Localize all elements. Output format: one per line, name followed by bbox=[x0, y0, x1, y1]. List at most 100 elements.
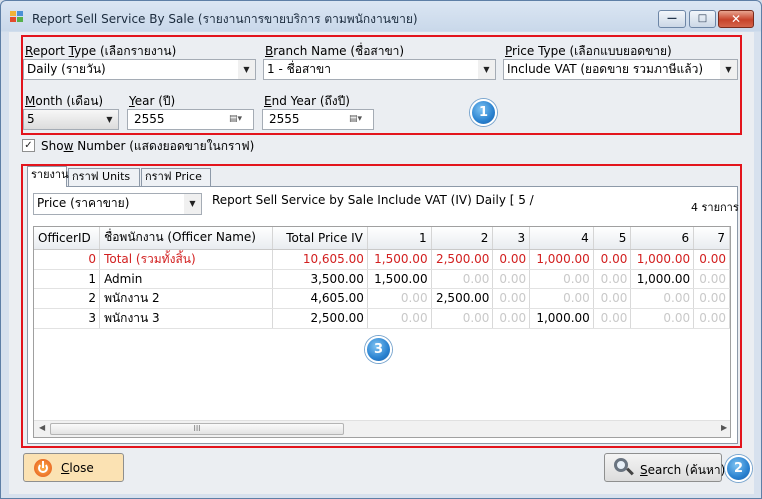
month-combo[interactable]: 5 ▼ bbox=[23, 109, 119, 130]
chevron-down-icon[interactable]: ▼ bbox=[720, 60, 737, 79]
callout-badge-1: 1 bbox=[470, 99, 497, 126]
day-value-cell: 0.00 bbox=[593, 269, 632, 289]
column-header[interactable]: 3 bbox=[492, 227, 531, 250]
day-value-cell: 0.00 bbox=[630, 288, 695, 309]
record-count: 4 รายการ bbox=[691, 201, 739, 214]
column-header[interactable]: 2 bbox=[431, 227, 494, 250]
report-type-combo[interactable]: Daily (รายวัน) ▼ bbox=[23, 59, 256, 80]
officer-name-cell: พนักงาน 2 bbox=[99, 288, 273, 309]
filter-section: Report Type (เลือกรายงาน) Daily (รายวัน)… bbox=[21, 35, 742, 135]
day-value-cell: 0.00 bbox=[529, 269, 594, 289]
officer-id-cell: 1 bbox=[34, 269, 101, 289]
column-header[interactable]: 7 bbox=[693, 227, 730, 250]
calendar-dropdown-icon[interactable]: ▤▾ bbox=[229, 112, 251, 127]
column-header[interactable]: 1 bbox=[367, 227, 432, 250]
day-value-cell: 0.00 bbox=[693, 308, 730, 329]
chevron-down-icon[interactable]: ▼ bbox=[184, 194, 201, 214]
chevron-down-icon[interactable]: ▼ bbox=[101, 110, 118, 129]
day-value-cell: 0.00 bbox=[693, 288, 730, 309]
price-mode-value: Price (ราคาขาย) bbox=[37, 196, 130, 210]
table-row[interactable]: 2 พนักงาน 2 4,605.00 0.00 2,500.00 0.00 0.00 0.… bbox=[34, 288, 730, 309]
day-value-cell: 0.00 bbox=[431, 269, 494, 289]
column-header[interactable]: Total Price IV bbox=[272, 227, 368, 250]
day-value-cell: 0.00 bbox=[593, 308, 632, 329]
show-number-label: Show Number (แสดงยอดขายในกราฟ) bbox=[41, 139, 255, 153]
tab-chart-units[interactable]: กราฟ Units bbox=[68, 168, 140, 186]
minimize-button[interactable]: — bbox=[658, 10, 686, 28]
report-title: Report Sell Service by Sale Include VAT … bbox=[212, 193, 534, 207]
maximize-icon: □ bbox=[697, 13, 708, 24]
officer-id-cell: 2 bbox=[34, 288, 101, 309]
day-value-cell: 0.00 bbox=[529, 288, 594, 309]
officer-name-cell: Admin bbox=[99, 269, 273, 289]
close-button[interactable]: Close bbox=[23, 453, 124, 482]
callout-badge-3: 3 bbox=[365, 336, 392, 363]
app-icon bbox=[10, 11, 24, 23]
day-value-cell: 2,500.00 bbox=[431, 249, 494, 270]
day-value-cell: 1,000.00 bbox=[630, 249, 695, 270]
branch-combo[interactable]: 1 - ชื่อสาขา ▼ bbox=[263, 59, 496, 80]
tab-chart-price[interactable]: กราฟ Price bbox=[141, 168, 211, 186]
total-price-cell: 3,500.00 bbox=[272, 269, 368, 289]
column-header[interactable]: OfficerID bbox=[34, 227, 101, 250]
day-value-cell: 0.00 bbox=[693, 249, 730, 270]
grid-table: OfficerID ชื่อพนักงาน (Officer Name) Total… bbox=[34, 227, 730, 329]
officer-name-cell: Total (รวมทั้งสิ้น) bbox=[99, 249, 273, 270]
year-value: 2555 bbox=[134, 112, 165, 126]
officer-name-cell: พนักงาน 3 bbox=[99, 308, 273, 329]
maximize-button[interactable]: □ bbox=[689, 10, 716, 28]
report-type-value: Daily (รายวัน) bbox=[27, 62, 106, 76]
callout-badge-2: 2 bbox=[725, 455, 752, 482]
day-value-cell: 2,500.00 bbox=[431, 288, 494, 309]
close-button-label: Close bbox=[61, 461, 94, 475]
end-year-picker[interactable]: 2555 ▤▾ bbox=[262, 109, 374, 130]
day-value-cell: 0.00 bbox=[367, 288, 432, 309]
total-price-cell: 2,500.00 bbox=[272, 308, 368, 329]
search-button[interactable]: Search (ค้นหา) bbox=[604, 453, 726, 482]
day-value-cell: 0.00 bbox=[693, 269, 730, 289]
day-value-cell: 1,000.00 bbox=[529, 249, 594, 270]
end-year-value: 2555 bbox=[269, 112, 300, 126]
column-header[interactable]: 6 bbox=[630, 227, 695, 250]
day-value-cell: 0.00 bbox=[630, 308, 695, 329]
day-value-cell: 1,000.00 bbox=[630, 269, 695, 289]
chevron-down-icon[interactable]: ▼ bbox=[478, 60, 495, 79]
officer-id-cell: 0 bbox=[34, 249, 101, 270]
report-grid[interactable]: OfficerID ชื่อพนักงาน (Officer Name) Total… bbox=[33, 226, 731, 438]
report-tab-panel: Price (ราคาขาย) ▼ Report Sell Service by … bbox=[27, 186, 739, 444]
day-value-cell: 0.00 bbox=[492, 269, 531, 289]
tab-report[interactable]: รายงาน bbox=[27, 166, 69, 187]
day-value-cell: 0.00 bbox=[593, 249, 632, 270]
table-row[interactable]: 3 พนักงาน 3 2,500.00 0.00 0.00 0.00 1,000.00 0.… bbox=[34, 308, 730, 329]
table-row[interactable]: 1 Admin 3,500.00 1,500.00 0.00 0.00 0.00 0.00 1,… bbox=[34, 269, 730, 289]
column-header[interactable]: ชื่อพนักงาน (Officer Name) bbox=[99, 227, 273, 250]
day-value-cell: 0.00 bbox=[492, 249, 531, 270]
show-number-checkbox[interactable]: ✓ bbox=[22, 139, 35, 152]
scroll-thumb[interactable]: III bbox=[50, 423, 344, 435]
chevron-down-icon[interactable]: ▼ bbox=[238, 60, 255, 79]
horizontal-scrollbar[interactable]: ◀ III ▶ bbox=[34, 420, 730, 437]
client-area: Report Type (เลือกรายงาน) Daily (รายวัน)… bbox=[9, 32, 754, 494]
column-header[interactable]: 4 bbox=[529, 227, 594, 250]
window-title: Report Sell Service By Sale (รายงานการขา… bbox=[32, 12, 418, 26]
close-icon: ✕ bbox=[730, 12, 742, 26]
day-value-cell: 0.00 bbox=[431, 308, 494, 329]
price-type-combo[interactable]: Include VAT (ยอดขาย รวมภาษีแล้ว) ▼ bbox=[503, 59, 738, 80]
column-header[interactable]: 5 bbox=[593, 227, 632, 250]
report-section: รายงาน กราฟ Units กราฟ Price Price (ราคา… bbox=[21, 164, 742, 448]
day-value-cell: 1,500.00 bbox=[367, 249, 432, 270]
branch-value: 1 - ชื่อสาขา bbox=[267, 62, 331, 76]
report-window: Report Sell Service By Sale (รายงานการขา… bbox=[0, 0, 762, 499]
search-icon-handle bbox=[626, 467, 634, 476]
month-value: 5 bbox=[27, 112, 35, 126]
year-picker[interactable]: 2555 ▤▾ bbox=[127, 109, 254, 130]
close-window-button[interactable]: ✕ bbox=[718, 10, 754, 28]
price-mode-combo[interactable]: Price (ราคาขาย) ▼ bbox=[33, 193, 202, 215]
calendar-dropdown-icon[interactable]: ▤▾ bbox=[349, 112, 371, 127]
scroll-left-icon[interactable]: ◀ bbox=[39, 423, 45, 432]
day-value-cell: 0.00 bbox=[492, 288, 531, 309]
search-button-label: Search (ค้นหา) bbox=[640, 463, 726, 477]
scroll-right-icon[interactable]: ▶ bbox=[721, 423, 727, 432]
officer-id-cell: 3 bbox=[34, 308, 101, 329]
total-row[interactable]: 0 Total (รวมทั้งสิ้น) 10,605.00 1,500.00 2,5… bbox=[34, 249, 730, 270]
